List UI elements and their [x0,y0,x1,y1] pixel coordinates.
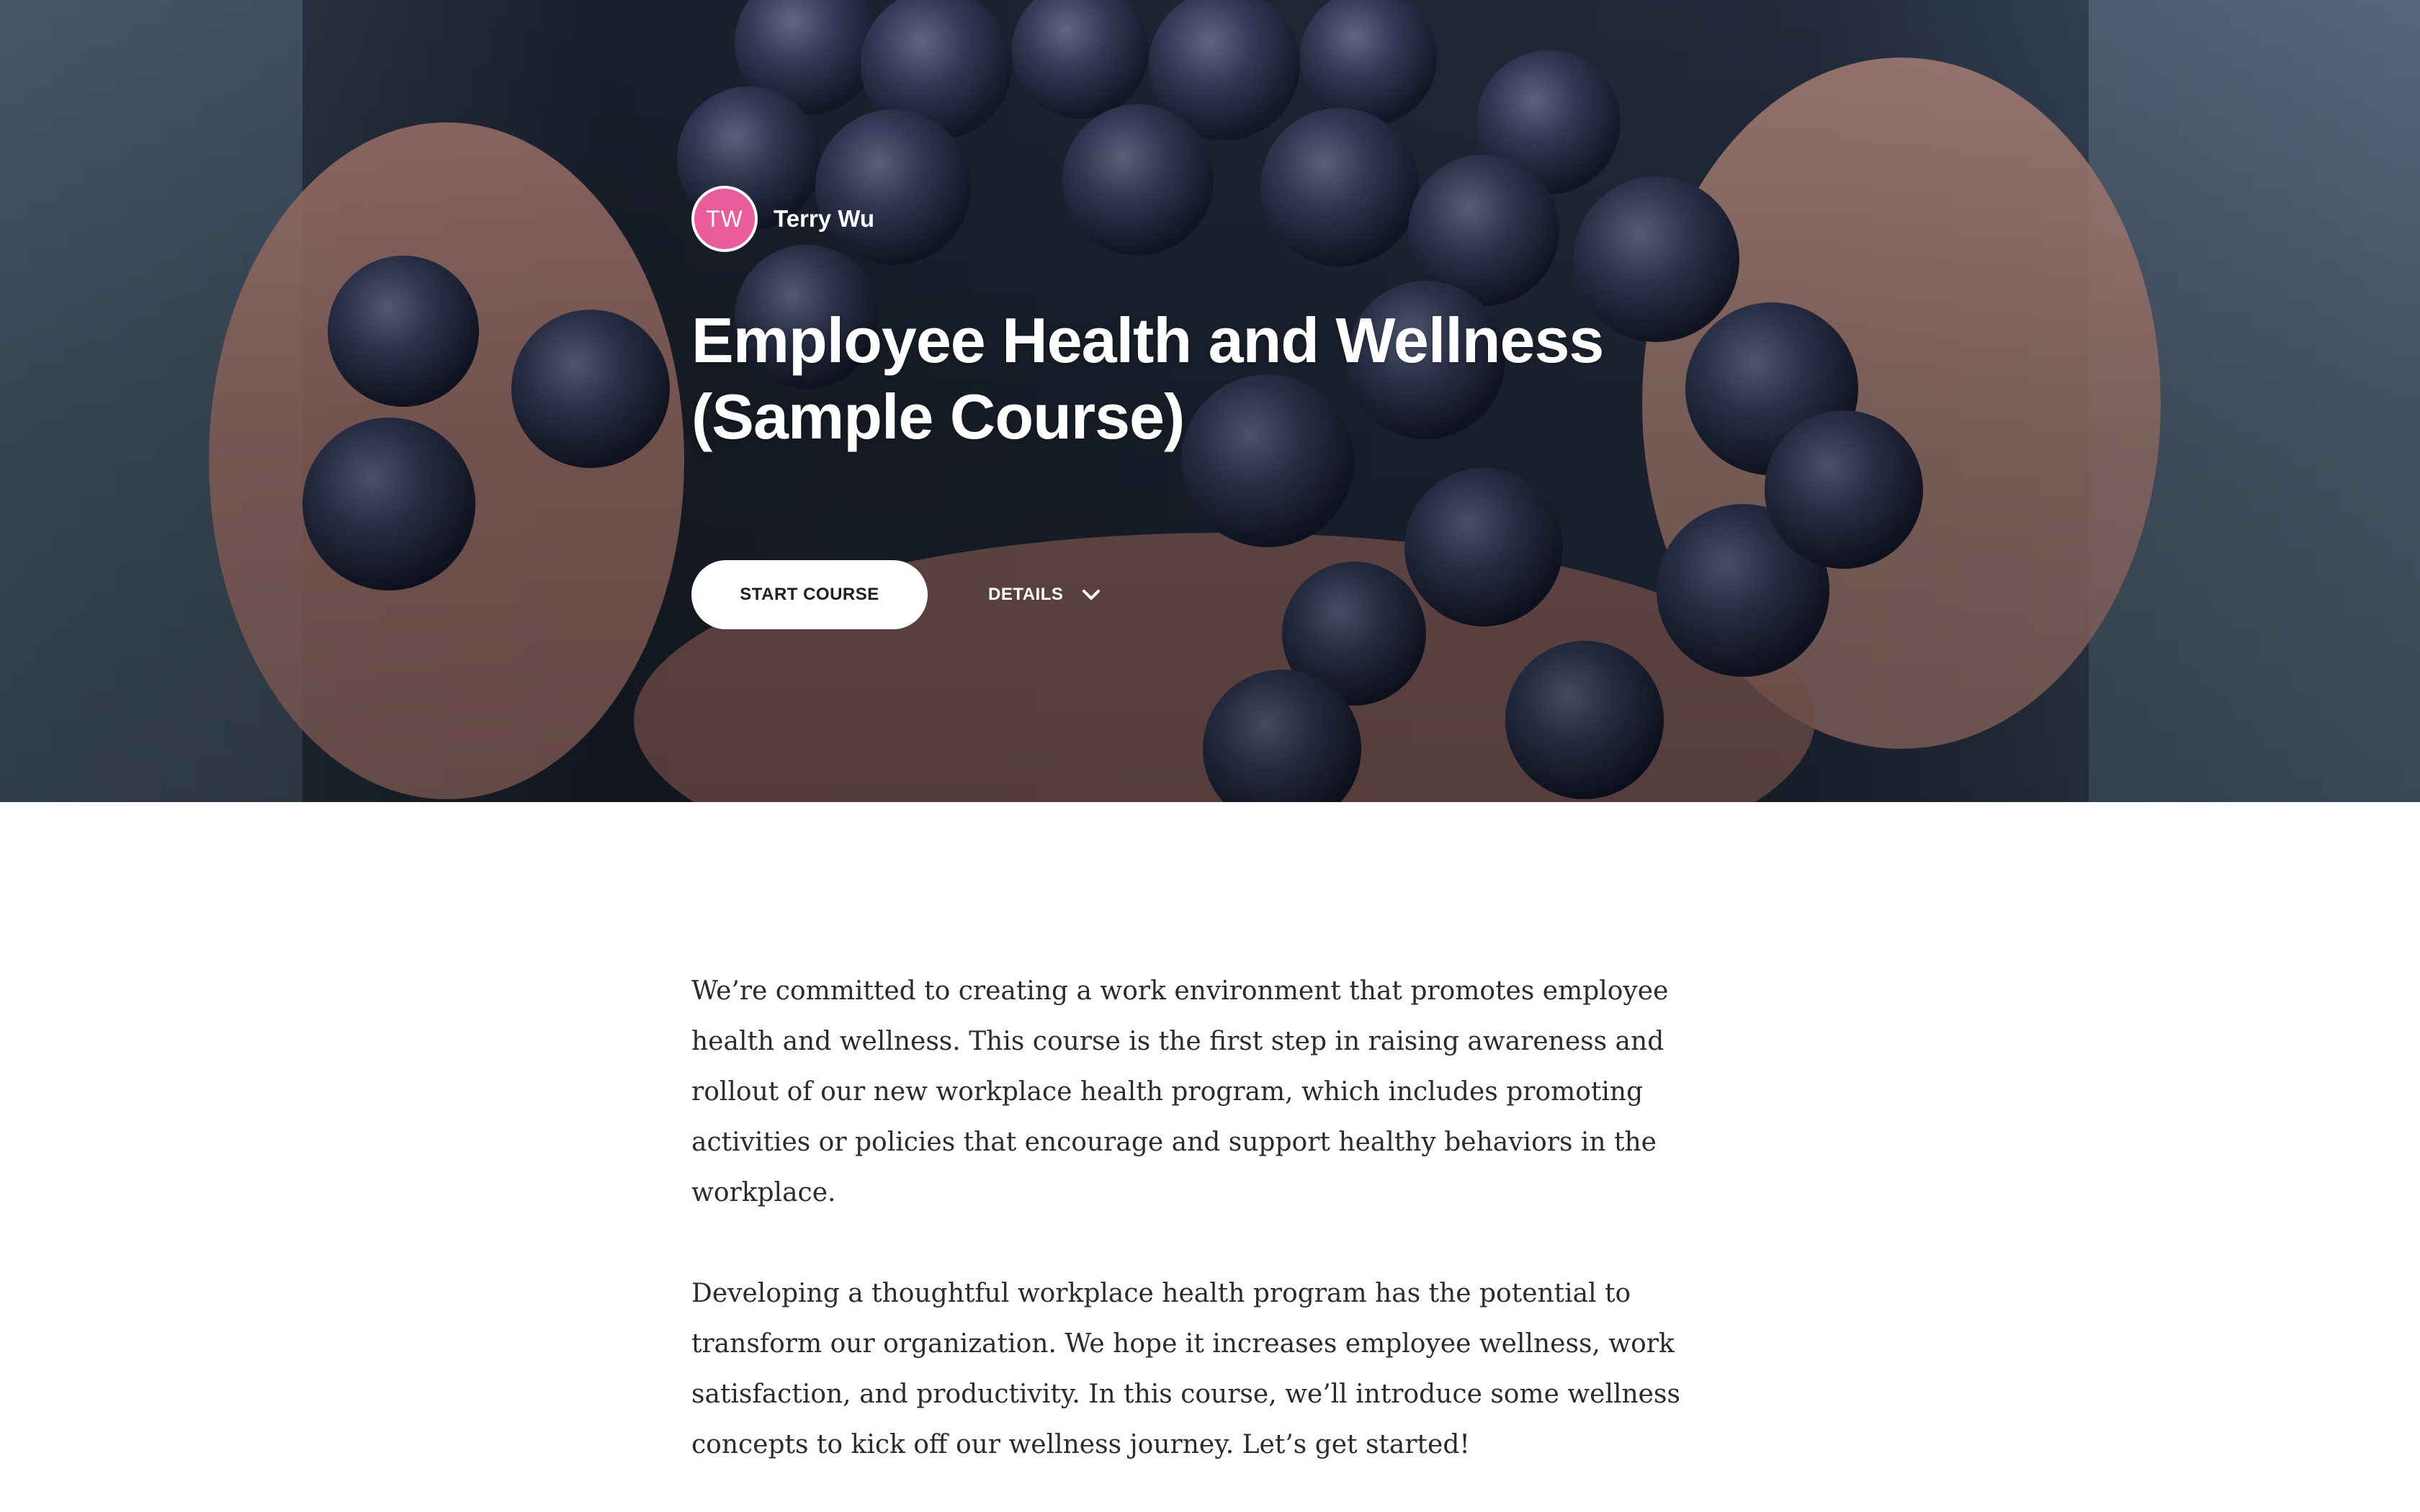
chevron-down-icon [1083,590,1101,600]
details-toggle[interactable]: DETAILS [988,560,1102,629]
details-label: DETAILS [988,585,1064,604]
start-course-button[interactable]: START COURSE [691,560,928,629]
author-avatar: TW [691,186,758,252]
course-title: Employee Health and Wellness (Sample Cou… [691,305,1604,452]
course-hero: TW Terry Wu Employee Health and Wellness… [0,0,2420,802]
description-paragraph: Developing a thoughtful workplace health… [691,1279,1680,1459]
course-description: We’re committed to creating a work envir… [691,966,1729,1512]
author-name: Terry Wu [774,205,874,232]
description-paragraph: We’re committed to creating a work envir… [691,976,1669,1207]
course-author: TW Terry Wu [691,186,874,252]
